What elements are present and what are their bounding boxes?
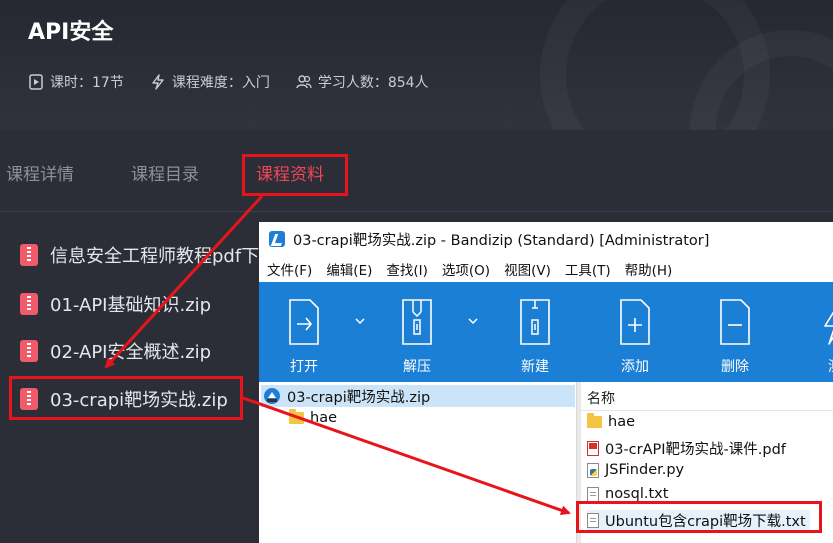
menu-options[interactable]: 选项(O) [442,259,490,279]
highlight-box-download-file [576,501,822,533]
bandizip-app-icon [269,231,285,247]
tab-course-details[interactable]: 课程详情 [6,160,74,185]
meta-difficulty-text: 课程难度：入门 [171,75,270,91]
menu-help[interactable]: 帮助(H) [625,259,673,279]
meta-lessons: 课时：17节 [28,72,124,92]
column-header-name[interactable]: 名称 [587,388,615,408]
archive-icon [264,388,280,404]
menu-find[interactable]: 查找(I) [386,259,428,279]
folder-icon [289,409,304,424]
menu-bar: 文件(F) 编辑(E) 查找(I) 选项(O) 视图(V) 工具(T) 帮助(H… [259,256,833,282]
list-item[interactable]: 01-API基础知识.zip [20,291,260,317]
new-archive-label: 新建 [521,359,549,375]
highlight-box-zip-file [9,376,243,420]
list-item[interactable]: 02-API安全概述.zip [20,338,260,364]
course-tabs: 课程详情 课程目录 课程资料 [0,130,833,212]
text-file-icon [587,486,599,502]
new-archive-icon [520,299,550,345]
zip-file-icon [20,340,38,362]
add-label: 添加 [621,359,649,375]
bandizip-window: 03-crapi靶场实战.zip - Bandizip (Standard) [… [259,222,833,543]
lesson-icon [29,74,43,90]
pdf-file-icon [587,441,599,456]
meta-difficulty: 课程难度：入门 [150,72,270,92]
list-item[interactable]: 信息安全工程师教程pdf下载 [20,242,260,268]
file-name: 02-API安全概述.zip [50,342,212,363]
list-item-name: JSFinder.py [605,462,685,478]
tree-item-label: hae [310,410,337,426]
list-item-name: hae [608,414,635,430]
add-button[interactable]: 添加 [600,298,670,376]
meta-students-text: 学习人数：854人 [317,75,429,91]
menu-view[interactable]: 视图(V) [504,259,551,279]
python-file-icon [587,462,599,478]
meta-lessons-text: 课时：17节 [50,75,124,91]
tab-course-catalog[interactable]: 课程目录 [131,160,199,185]
menu-tools[interactable]: 工具(T) [565,259,611,279]
course-header: API安全 课时：17节 课程难度：入门 学习人数：854人 [0,0,833,130]
window-titlebar[interactable]: 03-crapi靶场实战.zip - Bandizip (Standard) [… [259,222,833,256]
lightning-icon [824,311,833,345]
menu-edit[interactable]: 编辑(E) [326,259,372,279]
chevron-down-icon[interactable] [354,316,366,326]
list-item[interactable]: nosql.txt [587,486,668,502]
header-divider [581,410,833,411]
delete-label: 删除 [721,359,749,375]
list-item-name: 03-crAPI靶场实战-课件.pdf [605,442,786,458]
file-name: 01-API基础知识.zip [50,295,212,316]
list-item[interactable]: 03-crAPI靶场实战-课件.pdf [587,438,786,459]
folder-icon [587,413,602,428]
open-label: 打开 [290,359,318,375]
menu-file[interactable]: 文件(F) [267,259,312,279]
tree-item-hae[interactable]: hae [289,409,337,426]
delete-button[interactable]: 删除 [700,298,770,376]
folder-tree-pane: 03-crapi靶场实战.zip hae [259,382,577,543]
open-icon [289,299,319,345]
list-item[interactable]: hae [587,413,635,430]
tree-root-archive[interactable]: 03-crapi靶场实战.zip [261,385,575,407]
list-item[interactable]: JSFinder.py [587,462,684,478]
add-icon [620,299,650,345]
course-meta: 课时：17节 课程难度：入门 学习人数：854人 [28,72,429,92]
chevron-down-icon[interactable] [467,316,479,326]
test-button[interactable]: 测 [800,298,833,376]
test-label: 测 [828,356,833,376]
toolbar: 打开 解压 新建 添加 删除 测 [259,282,833,382]
open-button[interactable]: 打开 [269,298,339,376]
list-item-name: nosql.txt [605,486,669,502]
delete-icon [720,299,750,345]
file-name: 信息安全工程师教程pdf下载 [50,246,260,267]
new-archive-button[interactable]: 新建 [500,298,570,376]
meta-students: 学习人数：854人 [296,72,429,92]
students-icon [296,75,312,89]
window-title: 03-crapi靶场实战.zip - Bandizip (Standard) [… [293,232,710,249]
zip-file-icon [20,244,38,266]
tree-root-label: 03-crapi靶场实战.zip [287,389,431,406]
extract-label: 解压 [403,359,431,375]
highlight-box-materials-tab [242,154,348,196]
difficulty-icon [152,74,164,90]
zip-file-icon [20,293,38,315]
course-title: API安全 [28,20,114,45]
extract-icon [402,299,432,345]
extract-button[interactable]: 解压 [382,298,452,376]
